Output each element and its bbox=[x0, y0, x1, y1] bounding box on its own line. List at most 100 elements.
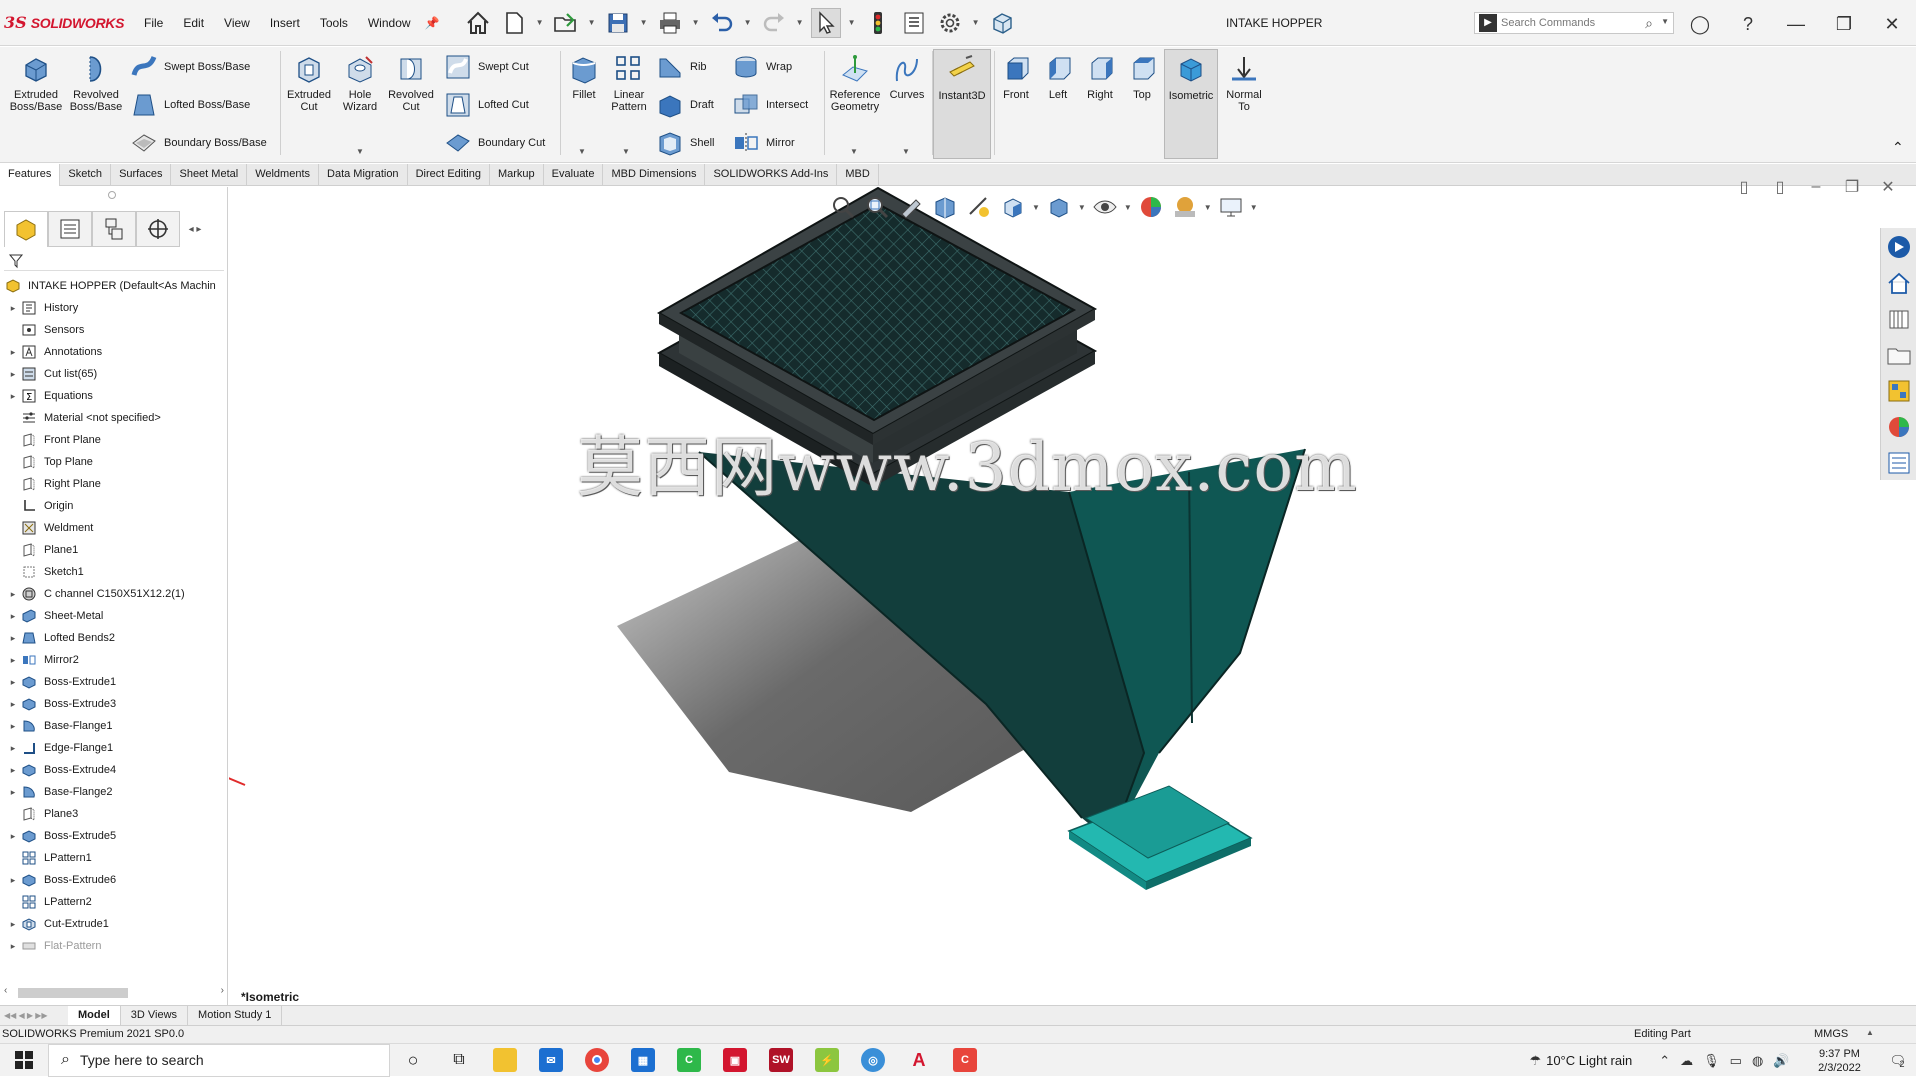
new-document-button[interactable] bbox=[499, 8, 529, 38]
manager-tabs-scroll[interactable]: ◂ ▸ bbox=[180, 211, 210, 247]
tree-item[interactable]: Front Plane bbox=[0, 429, 226, 451]
boundary-boss-button[interactable]: Boundary Boss/Base bbox=[130, 129, 267, 157]
tree-item[interactable]: ▸ Edge-Flange1 bbox=[0, 737, 226, 759]
tab-evaluate[interactable]: Evaluate bbox=[544, 164, 604, 186]
left-view-button[interactable]: Left bbox=[1038, 49, 1078, 101]
custom-properties-tab[interactable] bbox=[1884, 448, 1914, 478]
minimize-button[interactable]: — bbox=[1782, 10, 1810, 38]
help-button[interactable]: ? bbox=[1734, 10, 1762, 38]
panel-grip-icon[interactable] bbox=[108, 191, 116, 199]
view-orientation-caret[interactable]: ▼ bbox=[1032, 203, 1040, 212]
tree-item[interactable]: ▸ Annotations bbox=[0, 341, 226, 363]
tree-item[interactable]: Plane1 bbox=[0, 539, 226, 561]
curves-dropdown-caret[interactable]: ▼ bbox=[902, 147, 910, 156]
cortana-button[interactable]: ○ bbox=[390, 1044, 436, 1077]
dynamic-annotation-button[interactable] bbox=[964, 192, 994, 222]
tree-item[interactable]: Sketch1 bbox=[0, 561, 226, 583]
taskbar-file-explorer[interactable] bbox=[482, 1044, 528, 1077]
hole-dropdown-caret[interactable]: ▼ bbox=[356, 147, 364, 156]
tree-item[interactable]: Plane3 bbox=[0, 803, 226, 825]
expand-arrow-icon[interactable]: ▸ bbox=[6, 391, 20, 402]
start-button[interactable] bbox=[0, 1044, 48, 1077]
expand-arrow-icon[interactable]: ▸ bbox=[6, 765, 20, 776]
solidworks-resources-tab[interactable] bbox=[1884, 232, 1914, 262]
feature-manager-tab[interactable] bbox=[4, 211, 48, 247]
file-properties-button[interactable] bbox=[899, 8, 929, 38]
collapse-ribbon-icon[interactable]: ⌃ bbox=[1892, 139, 1904, 156]
expand-arrow-icon[interactable]: ▸ bbox=[6, 589, 20, 600]
taskbar-solidworks[interactable]: SW bbox=[758, 1044, 804, 1077]
tree-item[interactable]: ▸ Cut list(65) bbox=[0, 363, 226, 385]
graphics-area[interactable]: 莫西网www.3dmox.com bbox=[229, 187, 1916, 1005]
tree-item[interactable]: ▸ Flat-Pattern bbox=[0, 935, 226, 957]
microphone-icon[interactable]: 🎙 bbox=[1703, 1053, 1720, 1069]
menu-window[interactable]: Window bbox=[358, 16, 421, 30]
tree-item[interactable]: Material <not specified> bbox=[0, 407, 226, 429]
options-caret[interactable]: ▼ bbox=[971, 18, 981, 27]
search-dropdown-icon[interactable]: ▼ bbox=[1661, 17, 1669, 26]
tree-item[interactable]: ▸ Σ Equations bbox=[0, 385, 226, 407]
revolved-boss-button[interactable]: Revolved Boss/Base bbox=[66, 49, 126, 113]
previous-view-button[interactable] bbox=[896, 192, 926, 222]
tab-data-migration[interactable]: Data Migration bbox=[319, 164, 408, 186]
fillet-dropdown-caret[interactable]: ▼ bbox=[578, 147, 586, 156]
tree-item[interactable]: ▸ Sheet-Metal bbox=[0, 605, 226, 627]
view-palette-tab[interactable] bbox=[1884, 340, 1914, 370]
tree-item[interactable]: ▸ Boss-Extrude6 bbox=[0, 869, 226, 891]
section-view-button[interactable] bbox=[930, 192, 960, 222]
tab-mbd-dimensions[interactable]: MBD Dimensions bbox=[603, 164, 706, 186]
taskbar-camtasia-red[interactable]: C bbox=[942, 1044, 988, 1077]
tab-markup[interactable]: Markup bbox=[490, 164, 544, 186]
swept-cut-button[interactable]: Swept Cut bbox=[444, 53, 529, 81]
expand-arrow-icon[interactable]: ▸ bbox=[6, 919, 20, 930]
tab-scroll-arrows[interactable]: ◀◀ ◀ ▶ ▶▶ bbox=[0, 1006, 68, 1025]
expand-arrow-icon[interactable]: ▸ bbox=[6, 941, 20, 952]
isometric-view-button[interactable]: Isometric bbox=[1164, 49, 1218, 159]
open-caret[interactable]: ▼ bbox=[587, 18, 597, 27]
tab-model[interactable]: Model bbox=[68, 1006, 121, 1025]
doc-minimize-icon[interactable]: – bbox=[1805, 176, 1827, 198]
restore-button[interactable]: ❐ bbox=[1830, 10, 1858, 38]
search-commands-box[interactable]: ▶ Search Commands ⌕ ▼ bbox=[1474, 12, 1674, 34]
normal-to-button[interactable]: Normal To bbox=[1222, 49, 1266, 113]
weather-text[interactable]: 10°C Light rain bbox=[1546, 1053, 1632, 1068]
battery-icon[interactable]: ▭ bbox=[1730, 1053, 1742, 1069]
taskbar-chrome[interactable] bbox=[574, 1044, 620, 1077]
unit-system[interactable]: MMGS bbox=[1814, 1028, 1848, 1040]
extruded-cut-button[interactable]: Extruded Cut bbox=[282, 49, 336, 113]
tab-weldments[interactable]: Weldments bbox=[247, 164, 320, 186]
undo-button[interactable] bbox=[707, 8, 737, 38]
edit-appearance-button[interactable] bbox=[1136, 192, 1166, 222]
tree-root-part[interactable]: INTAKE HOPPER (Default<As Machin bbox=[0, 275, 226, 297]
mirror-button[interactable]: Mirror bbox=[732, 129, 795, 157]
expand-arrow-icon[interactable]: ▸ bbox=[6, 303, 20, 314]
appearances-tab[interactable] bbox=[1884, 376, 1914, 406]
user-account-button[interactable]: ◯ bbox=[1686, 10, 1714, 38]
lofted-cut-button[interactable]: Lofted Cut bbox=[444, 91, 529, 119]
taskbar-search-box[interactable]: ⌕ Type here to search bbox=[48, 1043, 390, 1077]
print-button[interactable] bbox=[655, 8, 685, 38]
tree-item[interactable]: Right Plane bbox=[0, 473, 226, 495]
tab-3d-views[interactable]: 3D Views bbox=[121, 1006, 189, 1025]
tab-motion-study-1[interactable]: Motion Study 1 bbox=[188, 1006, 283, 1025]
tree-item[interactable]: ▸ Boss-Extrude4 bbox=[0, 759, 226, 781]
tree-item[interactable]: Weldment bbox=[0, 517, 226, 539]
select-caret[interactable]: ▼ bbox=[847, 18, 857, 27]
reference-geometry-button[interactable]: Reference Geometry bbox=[826, 49, 884, 113]
boundary-cut-button[interactable]: Boundary Cut bbox=[444, 129, 545, 157]
search-icon[interactable]: ⌕ bbox=[1645, 15, 1653, 32]
revolved-cut-button[interactable]: Revolved Cut bbox=[384, 49, 438, 113]
notification-center-icon[interactable]: 🗨 2 bbox=[1889, 1053, 1906, 1069]
taskbar-mail[interactable]: ✉ bbox=[528, 1044, 574, 1077]
tab-features[interactable]: Features bbox=[0, 164, 61, 186]
lofted-boss-button[interactable]: Lofted Boss/Base bbox=[130, 91, 250, 119]
front-view-button[interactable]: Front bbox=[996, 49, 1036, 101]
scroll-thumb[interactable] bbox=[18, 988, 128, 998]
fillet-button[interactable]: Fillet bbox=[562, 49, 606, 101]
expand-arrow-icon[interactable]: ▸ bbox=[6, 369, 20, 380]
tree-filter[interactable] bbox=[4, 251, 224, 271]
rebuild-button[interactable] bbox=[863, 8, 893, 38]
tree-item[interactable]: Origin bbox=[0, 495, 226, 517]
tree-item[interactable]: ▸ History bbox=[0, 297, 226, 319]
linear-pattern-button[interactable]: Linear Pattern bbox=[604, 49, 654, 113]
